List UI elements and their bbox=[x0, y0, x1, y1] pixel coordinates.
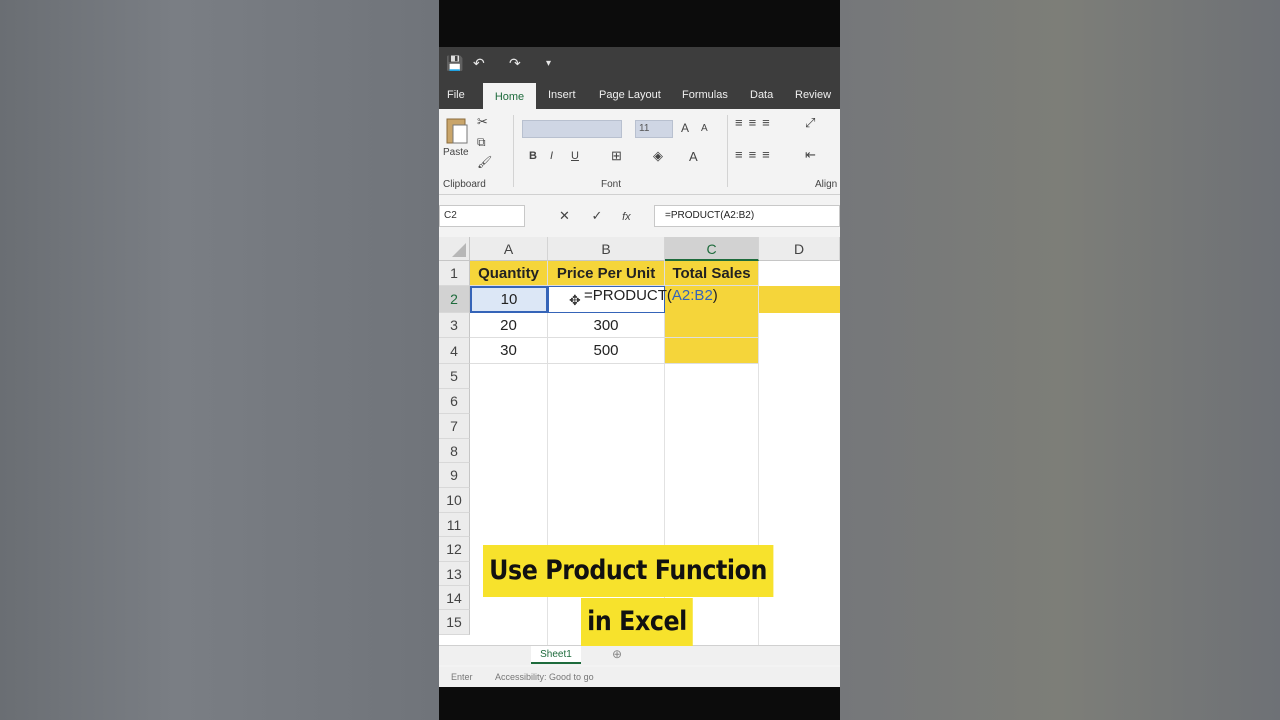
vertical-align-icon[interactable]: ≡≡≡ bbox=[735, 115, 776, 130]
insert-function-icon[interactable]: fx bbox=[622, 211, 631, 223]
font-name-box[interactable] bbox=[522, 120, 622, 138]
tab-insert[interactable]: Insert bbox=[542, 81, 582, 109]
formula-bar: C2 ✕ ✓ fx =PRODUCT(A2:B2) bbox=[439, 205, 840, 229]
header-cell-quantity[interactable]: Quantity bbox=[470, 261, 548, 286]
underline-button[interactable]: U bbox=[571, 150, 579, 162]
add-sheet-icon[interactable]: ⊕ bbox=[612, 647, 622, 661]
cancel-icon[interactable]: ✕ bbox=[559, 208, 570, 223]
select-all-button[interactable] bbox=[439, 237, 470, 261]
row-header[interactable]: 2 bbox=[439, 286, 470, 313]
row-header[interactable]: 1 bbox=[439, 261, 470, 286]
row-header[interactable]: 9 bbox=[439, 463, 470, 488]
row-header[interactable]: 3 bbox=[439, 313, 470, 338]
move-cursor-icon: ✥ bbox=[569, 292, 581, 308]
row-header[interactable]: 6 bbox=[439, 389, 470, 414]
column-header-d[interactable]: D bbox=[759, 237, 840, 261]
sheet-tab-bar: Sheet1 ⊕ bbox=[439, 645, 840, 665]
formula-range-ref: A2:B2 bbox=[671, 287, 713, 304]
bold-button[interactable]: B bbox=[529, 150, 537, 162]
indent-icon[interactable]: ⇤ bbox=[805, 147, 816, 163]
phone-frame: 💾 ↶ ↷ ▾ File Home Insert Page Layout For… bbox=[439, 0, 840, 720]
cell-b3[interactable]: 300 bbox=[548, 313, 665, 338]
name-box[interactable]: C2 bbox=[439, 205, 525, 227]
excel-window: 💾 ↶ ↷ ▾ File Home Insert Page Layout For… bbox=[439, 47, 840, 687]
header-cell-total-sales[interactable]: Total Sales bbox=[665, 261, 759, 286]
row-header[interactable]: 4 bbox=[439, 338, 470, 364]
ribbon-home: Paste ✂ ⧉ 🖌 Clipboard 11 A A B I U ⊞ ◈ A… bbox=[439, 109, 840, 195]
customize-qat-icon[interactable]: ▾ bbox=[546, 58, 551, 69]
grow-font-icon[interactable]: A bbox=[681, 121, 689, 135]
gridline bbox=[547, 364, 548, 652]
redo-icon[interactable]: ↷ bbox=[509, 55, 521, 72]
paste-icon[interactable] bbox=[445, 115, 469, 145]
cell-a4[interactable]: 30 bbox=[470, 338, 548, 364]
column-header-b[interactable]: B bbox=[548, 237, 665, 261]
cut-icon[interactable]: ✂ bbox=[477, 114, 488, 130]
column-header-a[interactable]: A bbox=[470, 237, 548, 261]
cell-a2[interactable]: 10 bbox=[470, 286, 548, 313]
column-header-c[interactable]: C bbox=[665, 237, 759, 261]
blurred-background-right bbox=[840, 0, 1280, 720]
ribbon-divider bbox=[513, 115, 514, 187]
tab-home[interactable]: Home bbox=[483, 81, 536, 109]
formula-suffix: ) bbox=[712, 287, 718, 304]
cell-c3[interactable] bbox=[665, 313, 759, 338]
font-group-label: Font bbox=[601, 179, 622, 190]
font-color-icon[interactable]: A bbox=[689, 149, 698, 164]
row-header[interactable]: 15 bbox=[439, 610, 470, 635]
italic-button[interactable]: I bbox=[550, 150, 553, 162]
undo-icon[interactable]: ↶ bbox=[473, 55, 485, 72]
shrink-font-icon[interactable]: A bbox=[701, 123, 708, 134]
caption-line-1: Use Product Function bbox=[483, 545, 774, 597]
formula-controls: ✕ ✓ fx bbox=[559, 208, 631, 224]
status-bar: Enter Accessibility: Good to go bbox=[439, 667, 840, 687]
paste-label: Paste bbox=[443, 147, 469, 158]
cell-b4[interactable]: 500 bbox=[548, 338, 665, 364]
caption-line-2: in Excel bbox=[581, 598, 694, 646]
tab-page-layout[interactable]: Page Layout bbox=[593, 81, 667, 109]
accessibility-status[interactable]: Accessibility: Good to go bbox=[495, 672, 594, 682]
blurred-background-left bbox=[0, 0, 439, 720]
enter-icon[interactable]: ✓ bbox=[592, 208, 603, 223]
row-header[interactable]: 12 bbox=[439, 537, 470, 562]
cell-a3[interactable]: 20 bbox=[470, 313, 548, 338]
font-size-box[interactable]: 11 bbox=[635, 120, 673, 138]
tab-file[interactable]: File bbox=[441, 81, 471, 109]
horizontal-align-icon[interactable]: ≡≡≡ bbox=[735, 147, 776, 162]
quick-access-toolbar: 💾 ↶ ↷ ▾ bbox=[439, 47, 840, 81]
in-cell-formula[interactable]: =PRODUCT(A2:B2) bbox=[584, 287, 718, 304]
header-cell-price-per-unit[interactable]: Price Per Unit bbox=[548, 261, 665, 286]
fill-color-icon[interactable]: ◈ bbox=[653, 148, 663, 164]
clipboard-group-label: Clipboard bbox=[443, 179, 486, 190]
row-header[interactable]: 7 bbox=[439, 414, 470, 439]
tab-formulas[interactable]: Formulas bbox=[676, 81, 734, 109]
alignment-group-label: Align bbox=[815, 179, 838, 190]
row-header[interactable]: 13 bbox=[439, 562, 470, 586]
formula-prefix: =PRODUCT( bbox=[584, 287, 672, 304]
status-mode: Enter bbox=[451, 672, 473, 682]
formula-input[interactable]: =PRODUCT(A2:B2) bbox=[654, 205, 840, 227]
tab-review[interactable]: Review bbox=[789, 81, 837, 109]
ribbon-divider bbox=[727, 115, 728, 187]
copy-icon[interactable]: ⧉ bbox=[477, 135, 486, 150]
row-header[interactable]: 5 bbox=[439, 364, 470, 389]
orientation-icon[interactable]: ⤢ bbox=[805, 115, 815, 131]
row-header[interactable]: 14 bbox=[439, 586, 470, 610]
tab-data[interactable]: Data bbox=[744, 81, 779, 109]
cell-c4[interactable] bbox=[665, 338, 759, 364]
row-header[interactable]: 8 bbox=[439, 439, 470, 463]
format-painter-icon[interactable]: 🖌 bbox=[477, 155, 492, 169]
row-header[interactable]: 10 bbox=[439, 488, 470, 513]
sheet-tab-sheet1[interactable]: Sheet1 bbox=[531, 646, 581, 664]
save-icon[interactable]: 💾 bbox=[446, 55, 463, 72]
borders-icon[interactable]: ⊞ bbox=[611, 148, 622, 164]
row-header[interactable]: 11 bbox=[439, 513, 470, 537]
ribbon-tabs: File Home Insert Page Layout Formulas Da… bbox=[439, 81, 840, 109]
